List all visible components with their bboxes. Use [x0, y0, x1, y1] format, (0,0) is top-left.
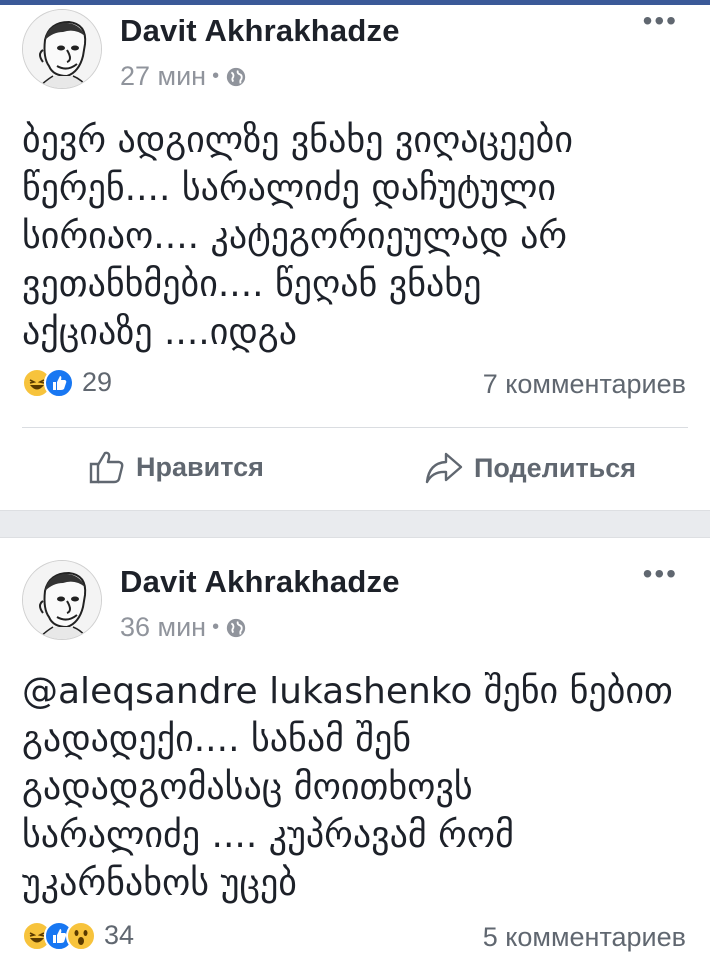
meta-separator: • [212, 65, 220, 87]
post-meta: 36 мин • [120, 612, 247, 643]
avatar-caricature-icon [23, 561, 101, 639]
like-button-label: Нравится [136, 451, 264, 482]
reaction-count: 34 [104, 920, 135, 950]
more-dots-icon: ••• [642, 558, 678, 589]
post-meta: 27 мин • [120, 61, 247, 92]
like-button[interactable]: Нравится [88, 449, 264, 485]
more-options-button[interactable]: ••• [643, 7, 678, 35]
avatar[interactable] [22, 560, 102, 640]
avatar[interactable] [22, 9, 102, 89]
like-reaction-icon [44, 367, 74, 398]
feed-separator [0, 510, 710, 538]
reaction-count: 29 [82, 367, 113, 397]
meta-separator: • [212, 616, 220, 638]
share-arrow-icon [425, 452, 463, 484]
avatar-caricature-icon [23, 10, 101, 88]
feed-post: Davit Akhrakhadze 36 мин • ••• @aleqsand… [0, 538, 710, 960]
post-time[interactable]: 27 мин [120, 61, 206, 92]
post-text: ბევრ ადგილზე ვნახე ვიღაცეები წერენ.... ს… [22, 120, 573, 353]
post-text: @aleqsandre lukashenko შენი ნებით გადადე… [22, 671, 673, 904]
reactions-summary[interactable]: 34 [22, 920, 134, 951]
comments-count[interactable]: 5 комментариев [483, 922, 686, 953]
wow-reaction-icon [66, 920, 96, 951]
feed-post: Davit Akhrakhadze 27 мин • ••• ბევრ ადგი… [0, 5, 710, 510]
post-time[interactable]: 36 мин [120, 612, 206, 643]
globe-icon [226, 618, 246, 637]
reactions-summary[interactable]: 29 [22, 367, 112, 398]
post-author[interactable]: Davit Akhrakhadze [120, 564, 400, 600]
share-button[interactable]: Поделиться [424, 451, 636, 485]
post-author[interactable]: Davit Akhrakhadze [120, 13, 400, 49]
globe-icon [226, 67, 246, 86]
more-options-button[interactable]: ••• [643, 560, 678, 588]
share-button-label: Поделиться [474, 452, 637, 483]
comments-count[interactable]: 7 комментариев [483, 369, 686, 400]
actions-divider [22, 427, 688, 428]
thumbs-up-icon [89, 451, 124, 484]
more-dots-icon: ••• [642, 5, 678, 36]
